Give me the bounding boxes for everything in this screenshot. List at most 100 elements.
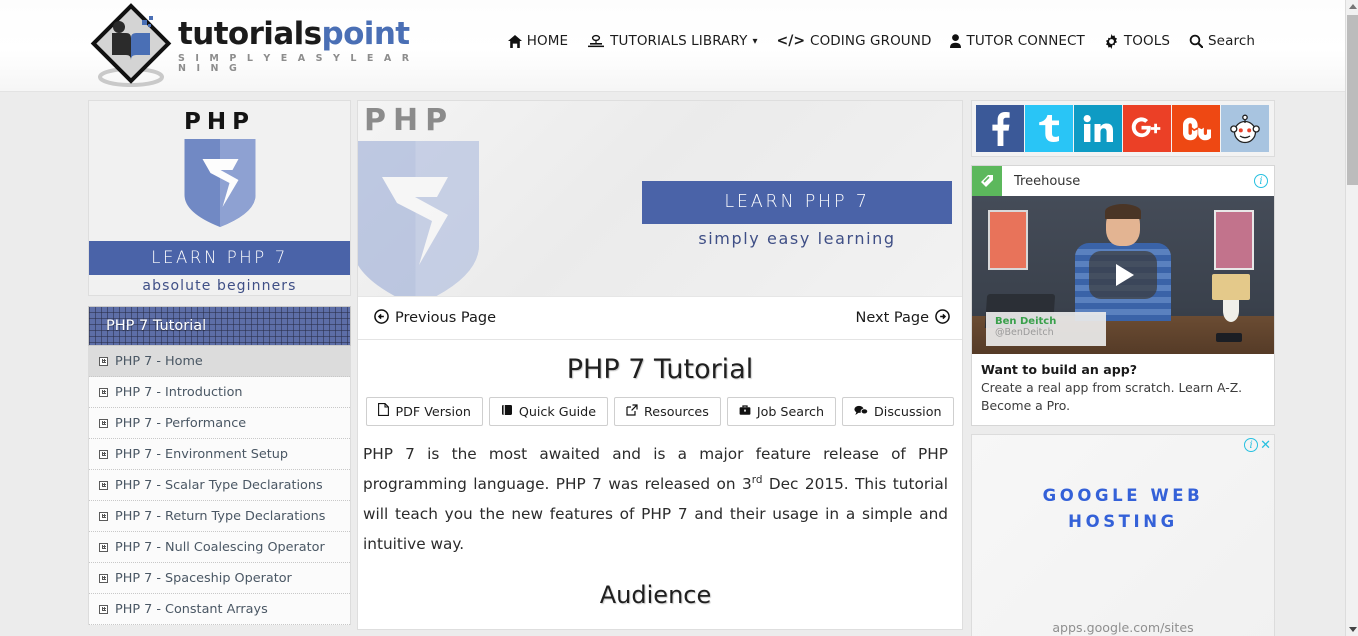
- hero-banner: PHP LEARN PHP 7 simply easy learning: [358, 101, 962, 297]
- ad-header: Treehouse i: [972, 166, 1274, 196]
- nav-label-coding-ground: CODING GROUND: [810, 33, 932, 49]
- main-content: PHP LEARN PHP 7 simply easy learning Pre…: [357, 100, 963, 630]
- sidebar-item-label: PHP 7 - Constant Arrays: [115, 601, 268, 617]
- logo-tagline: S I M P L Y E A S Y L E A R N I N G: [178, 53, 413, 74]
- site-header: tutorialspoint S I M P L Y E A S Y L E A…: [0, 0, 1345, 92]
- pdf-icon: [378, 403, 390, 419]
- quick-guide-button[interactable]: Quick Guide: [488, 397, 609, 426]
- grid-bullet-icon: [99, 573, 108, 583]
- sidebar-item-php7-return-type-declarations[interactable]: PHP 7 - Return Type Declarations: [89, 501, 350, 532]
- sidebar-item-php7-introduction[interactable]: PHP 7 - Introduction: [89, 377, 350, 408]
- library-icon: [587, 34, 605, 49]
- intro-paragraph: PHP 7 is the most awaited and is a major…: [363, 440, 948, 559]
- stumbleupon-icon[interactable]: [1172, 105, 1220, 152]
- facebook-icon[interactable]: [976, 105, 1024, 152]
- sidebar-banner-learn: LEARN PHP 7: [89, 241, 350, 275]
- sidebar-item-php7-home[interactable]: PHP 7 - Home: [89, 346, 350, 377]
- chevron-down-icon: ▾: [752, 35, 758, 47]
- code-icon: </>: [776, 33, 806, 49]
- scroll-up-button[interactable]: [1346, 0, 1358, 13]
- ad-controls: i ✕: [1244, 438, 1271, 453]
- google-hosting-ad[interactable]: i ✕ GOOGLE WEB HOSTING apps.google.com/s…: [971, 434, 1275, 636]
- grid-bullet-icon: [99, 511, 108, 521]
- sidebar-item-label: PHP 7 - Return Type Declarations: [115, 508, 326, 524]
- sidebar-item-php7-spaceship-operator[interactable]: PHP 7 - Spaceship Operator: [89, 563, 350, 594]
- sidebar-item-php7-performance[interactable]: PHP 7 - Performance: [89, 408, 350, 439]
- sidebar-item-label: PHP 7 - Home: [115, 353, 203, 369]
- nav-label-home: HOME: [526, 33, 569, 49]
- play-icon[interactable]: [1089, 251, 1157, 299]
- sidebar-item-php7-environment-setup[interactable]: PHP 7 - Environment Setup: [89, 439, 350, 470]
- briefcase-icon: [739, 404, 751, 419]
- pdf-version-button[interactable]: PDF Version: [366, 397, 483, 426]
- ad-headline: Want to build an app?: [981, 362, 1138, 377]
- sidebar-heading: PHP 7 Tutorial: [88, 306, 351, 346]
- discussion-button[interactable]: Discussion: [842, 397, 954, 426]
- site-logo[interactable]: tutorialspoint S I M P L Y E A S Y L E A…: [88, 2, 418, 90]
- treehouse-ad: Treehouse i Ben Deitch @BenDeitch Want t…: [971, 165, 1275, 427]
- arrow-right-circle-icon: [935, 308, 950, 328]
- comments-icon: [854, 404, 869, 419]
- external-link-icon: [626, 403, 638, 419]
- logo-text-primary: tutorials: [178, 16, 322, 52]
- sidebar-item-php7-constant-arrays[interactable]: PHP 7 - Constant Arrays: [89, 594, 350, 625]
- ad-copy[interactable]: Want to build an app? Create a real app …: [972, 354, 1274, 425]
- right-sidebar: Treehouse i Ben Deitch @BenDeitch Want t…: [971, 100, 1275, 636]
- job-search-button[interactable]: Job Search: [726, 397, 837, 426]
- page-title: PHP 7 Tutorial: [566, 354, 754, 385]
- page-scrollbar[interactable]: [1345, 0, 1358, 636]
- sidebar-banner: PHP LEARN PHP 7 absolute beginners: [88, 100, 351, 296]
- hero-php-word: PHP: [364, 103, 455, 138]
- ad-headline: GOOGLE WEB HOSTING: [1042, 486, 1204, 531]
- video-person-name: Ben Deitch: [995, 316, 1057, 327]
- sidebar-item-label: PHP 7 - Spaceship Operator: [115, 570, 292, 586]
- nav-label-search: Search: [1208, 33, 1255, 49]
- pdf-version-label: PDF Version: [395, 403, 471, 419]
- twitter-icon[interactable]: [1025, 105, 1073, 152]
- nav-item-search[interactable]: Search: [1189, 33, 1255, 49]
- grid-bullet-icon: [99, 449, 108, 459]
- video-lamp-shade: [1212, 274, 1250, 300]
- user-icon: [950, 34, 962, 48]
- sidebar-item-label: PHP 7 - Performance: [115, 415, 247, 431]
- grid-bullet-icon: [99, 356, 108, 366]
- ad-video-thumbnail[interactable]: Ben Deitch @BenDeitch: [972, 196, 1274, 354]
- sidebar-banner-php-word: PHP: [184, 109, 255, 135]
- sidebar-item-label: PHP 7 - Environment Setup: [115, 446, 289, 462]
- resources-button[interactable]: Resources: [614, 397, 721, 426]
- nav-item-tutorials-library[interactable]: TUTORIALS LIBRARY ▾: [587, 33, 757, 49]
- audience-paragraph: This tutorial has been prepared for PHP …: [363, 625, 948, 629]
- video-wall-art-left: [988, 210, 1028, 270]
- close-icon[interactable]: ✕: [1260, 439, 1271, 452]
- page-navigation: Previous Page Next Page: [358, 297, 962, 340]
- nav-item-home[interactable]: HOME: [507, 33, 569, 49]
- ad-description: Create a real app from scratch. Learn A-…: [981, 380, 1243, 413]
- hero-learn-label: LEARN PHP 7: [642, 181, 952, 224]
- social-share-bar: [971, 100, 1275, 157]
- sidebar-item-php7-null-coalescing-operator[interactable]: PHP 7 - Null Coalescing Operator: [89, 532, 350, 563]
- linkedin-icon[interactable]: [1074, 105, 1122, 152]
- sidebar-item-label: PHP 7 - Scalar Type Declarations: [115, 477, 323, 493]
- nav-item-tools[interactable]: TOOLS: [1104, 33, 1170, 49]
- reddit-icon[interactable]: [1221, 105, 1269, 152]
- video-wall-art-right: [1214, 210, 1254, 270]
- ad-info-icon[interactable]: i: [1254, 174, 1268, 188]
- previous-page-link[interactable]: Previous Page: [374, 308, 496, 328]
- nav-item-tutor-connect[interactable]: TUTOR CONNECT: [950, 33, 1085, 49]
- video-name-card: Ben Deitch @BenDeitch: [986, 312, 1106, 346]
- scroll-down-button[interactable]: [1346, 623, 1358, 636]
- grid-bullet-icon: [99, 604, 108, 614]
- resources-label: Resources: [644, 403, 709, 419]
- logo-text-secondary: point: [321, 16, 411, 52]
- scrollbar-thumb[interactable]: [1347, 15, 1358, 185]
- ad-info-icon[interactable]: i: [1244, 438, 1259, 453]
- googleplus-icon[interactable]: [1123, 105, 1171, 152]
- arrow-left-circle-icon: [374, 308, 389, 328]
- quick-guide-label: Quick Guide: [518, 403, 597, 419]
- nav-item-coding-ground[interactable]: </> CODING GROUND: [776, 33, 931, 49]
- intro-ordinal-suffix: rd: [751, 473, 763, 486]
- next-page-link[interactable]: Next Page: [856, 308, 951, 328]
- ad-advertiser-name: Treehouse: [1014, 173, 1081, 189]
- sidebar-item-php7-scalar-type-declarations[interactable]: PHP 7 - Scalar Type Declarations: [89, 470, 350, 501]
- tutorialspoint-diamond-icon: [88, 3, 174, 89]
